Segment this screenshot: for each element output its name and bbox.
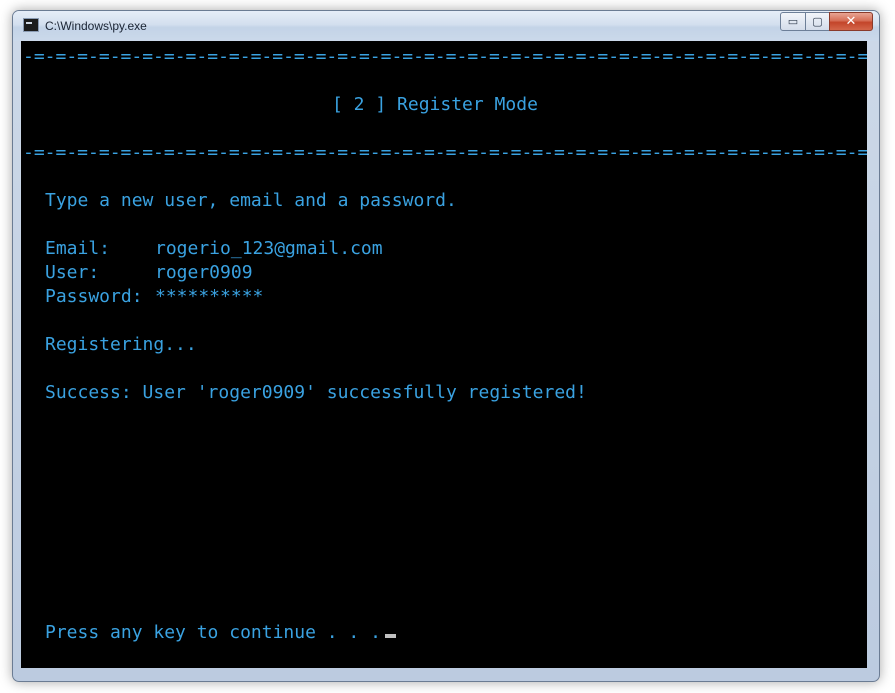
window-controls: ▭ ▢ ✕ [780, 12, 873, 31]
separator-bottom: -=-=-=-=-=-=-=-=-=-=-=-=-=-=-=-=-=-=-=-=… [23, 142, 867, 163]
password-label: Password: [45, 286, 143, 307]
continue-text: Press any key to continue . . . [45, 622, 381, 643]
close-icon: ✕ [845, 14, 857, 29]
password-value: ********** [155, 286, 264, 307]
email-value: rogerio_123@gmail.com [155, 238, 383, 259]
console-window: C:\Windows\py.exe ▭ ▢ ✕ -=-=-=-=-=-=-=-=… [12, 10, 880, 682]
email-label: Email: [45, 238, 111, 259]
status-text: Registering... [45, 334, 197, 355]
success-message: Success: User 'roger0909' successfully r… [45, 382, 587, 403]
console-output[interactable]: -=-=-=-=-=-=-=-=-=-=-=-=-=-=-=-=-=-=-=-=… [21, 41, 867, 668]
user-value: roger0909 [155, 262, 253, 283]
maximize-button[interactable]: ▢ [805, 12, 830, 31]
console-app-icon[interactable] [23, 18, 39, 32]
minimize-icon: ▭ [787, 15, 799, 28]
maximize-icon: ▢ [812, 15, 823, 28]
title-bar[interactable]: C:\Windows\py.exe ▭ ▢ ✕ [13, 11, 879, 41]
window-title: C:\Windows\py.exe [45, 19, 147, 33]
instruction-text: Type a new user, email and a password. [45, 190, 457, 211]
text-cursor [384, 634, 396, 638]
continue-prompt: Press any key to continue . . . [45, 621, 396, 645]
separator-top: -=-=-=-=-=-=-=-=-=-=-=-=-=-=-=-=-=-=-=-=… [23, 46, 867, 67]
close-button[interactable]: ✕ [829, 12, 873, 31]
minimize-button[interactable]: ▭ [780, 12, 806, 31]
mode-heading: [ 2 ] Register Mode [332, 94, 538, 115]
user-label: User: [45, 262, 100, 283]
